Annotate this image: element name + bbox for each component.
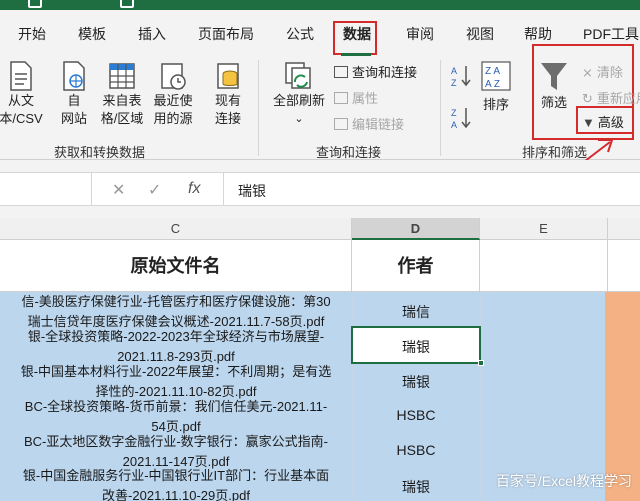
queries-connections-button[interactable]: 查询和连接: [334, 62, 417, 81]
database-icon: [217, 63, 239, 89]
tab-templates[interactable]: 模板: [78, 24, 106, 44]
table-row-filename[interactable]: BC-全球投资策略-货币前景：我们信任美元-2021.11- 54页.pdf: [0, 397, 352, 437]
svg-text:A Z: A Z: [485, 79, 500, 90]
group-label-get-transform: 获取和转换数据: [54, 145, 146, 160]
recent-sources-icon: [161, 63, 186, 90]
reapply-button[interactable]: ↻重新应用: [582, 88, 640, 107]
table-row-filename[interactable]: 信-美股医疗保健行业-托管医疗和医疗保健设施：第30 瑞士信贷年度医疗保健会议概…: [0, 292, 352, 332]
properties-icon: [334, 92, 348, 104]
ribbon-bottom-gap: [0, 160, 640, 172]
ribbon: 从文 本/CSV 自 网站 来自表 格/区域 最近使 用的源 现有 连接 获取和…: [0, 44, 640, 160]
tab-view[interactable]: 视图: [466, 24, 494, 44]
separator: [258, 60, 259, 156]
edit-links-button[interactable]: 编辑链接: [334, 114, 404, 133]
formula-input[interactable]: 瑞银: [238, 181, 266, 201]
tab-review[interactable]: 审阅: [406, 24, 434, 44]
web-file-icon: [63, 61, 85, 91]
insert-function-icon[interactable]: fx: [188, 180, 200, 198]
confirm-icon[interactable]: ✓: [148, 180, 161, 200]
fill-handle[interactable]: [478, 360, 484, 366]
reapply-icon: ↻: [582, 91, 593, 106]
separator: [440, 60, 441, 156]
table-row-author[interactable]: HSBC: [352, 407, 480, 423]
gridline: [352, 292, 353, 501]
svg-text:A: A: [451, 66, 457, 76]
header-cell-filename[interactable]: 原始文件名: [0, 240, 352, 292]
tab-formulas[interactable]: 公式: [286, 24, 314, 44]
tab-page-layout[interactable]: 页面布局: [198, 24, 254, 44]
tab-help[interactable]: 帮助: [524, 24, 552, 44]
orange-column-fill: [605, 292, 640, 501]
title-bar: [0, 0, 640, 10]
from-web-button[interactable]: 自 网站: [56, 60, 92, 128]
svg-text:A: A: [451, 120, 457, 130]
sort-dialog-icon: Z A A Z: [481, 61, 511, 91]
filter-button[interactable]: 筛选: [534, 60, 574, 112]
sort-descending-button[interactable]: ZA: [450, 106, 474, 135]
tab-home[interactable]: 开始: [18, 24, 46, 44]
chevron-down-icon: ⌄: [294, 113, 304, 125]
table-row-author[interactable]: 瑞信: [352, 302, 480, 322]
save-icon[interactable]: [120, 0, 134, 8]
column-header-f[interactable]: [608, 218, 640, 240]
recent-sources-button[interactable]: 最近使 用的源: [148, 60, 198, 128]
svg-text:Z A: Z A: [485, 66, 500, 77]
watermark: 百家号/Excel教程学习: [495, 473, 632, 489]
edit-links-icon: [334, 118, 348, 130]
formula-bar-gap: [0, 206, 640, 218]
refresh-all-button[interactable]: 全部刷新 ⌄: [268, 60, 330, 128]
column-header-e[interactable]: E: [480, 218, 608, 240]
queries-icon: [334, 66, 348, 78]
header-cell-empty[interactable]: [480, 240, 608, 292]
clear-button[interactable]: ⨯ 清除: [582, 62, 623, 81]
clear-filter-icon: ⨯: [582, 65, 593, 80]
table-row-author[interactable]: 瑞银: [352, 337, 480, 357]
table-row-author[interactable]: 瑞银: [352, 372, 480, 392]
formula-bar: ✕ ✓ fx 瑞银: [0, 172, 640, 206]
from-table-range-button[interactable]: 来自表 格/区域: [96, 60, 148, 128]
data-tab-highlight: [333, 21, 377, 55]
name-box[interactable]: [0, 173, 92, 206]
text-file-icon: [10, 61, 32, 91]
sort-button[interactable]: Z AA Z 排序: [478, 60, 514, 114]
formula-controls: ✕ ✓ fx: [96, 173, 224, 206]
header-cell-author[interactable]: 作者: [352, 240, 480, 292]
tab-insert[interactable]: 插入: [138, 24, 166, 44]
existing-connections-button[interactable]: 现有 连接: [206, 60, 250, 128]
filter-icon: [541, 63, 567, 90]
sort-ascending-button[interactable]: AZ: [450, 64, 474, 93]
table-row-filename[interactable]: 银-全球投资策略-2022-2023年全球经济与市场展望- 2021.11.8-…: [0, 327, 352, 367]
properties-button[interactable]: 属性: [334, 88, 378, 107]
svg-text:Z: Z: [451, 78, 457, 88]
column-header-d[interactable]: D: [352, 218, 480, 240]
advanced-filter-button[interactable]: ▼ 高级: [582, 112, 624, 131]
group-label-queries: 查询和连接: [316, 145, 382, 160]
sort-az-icon: AZ: [451, 66, 471, 88]
table-row-filename[interactable]: 银-中国金融服务行业-中国银行业IT部门：行业基本面 改善-2021.11.10…: [0, 466, 352, 501]
from-text-csv-button[interactable]: 从文 本/CSV: [0, 60, 48, 128]
table-row-author[interactable]: 瑞银: [352, 477, 480, 497]
advanced-filter-icon: ▼: [582, 115, 595, 130]
column-header-c[interactable]: C: [0, 218, 352, 240]
table-icon: [109, 63, 135, 89]
cancel-icon[interactable]: ✕: [112, 180, 125, 200]
sort-za-icon: ZA: [451, 108, 471, 130]
table-row-filename[interactable]: 银-中国基本材料行业-2022年展望：不利周期；是有选 择性的-2021.11.…: [0, 362, 352, 402]
header-cell-empty[interactable]: [608, 240, 640, 292]
table-row-author[interactable]: HSBC: [352, 442, 480, 458]
tab-pdf-tools[interactable]: PDF工具: [583, 24, 639, 44]
svg-text:Z: Z: [451, 108, 457, 118]
gridline: [480, 292, 481, 501]
refresh-icon: [285, 62, 311, 89]
undo-icon[interactable]: [28, 0, 42, 8]
